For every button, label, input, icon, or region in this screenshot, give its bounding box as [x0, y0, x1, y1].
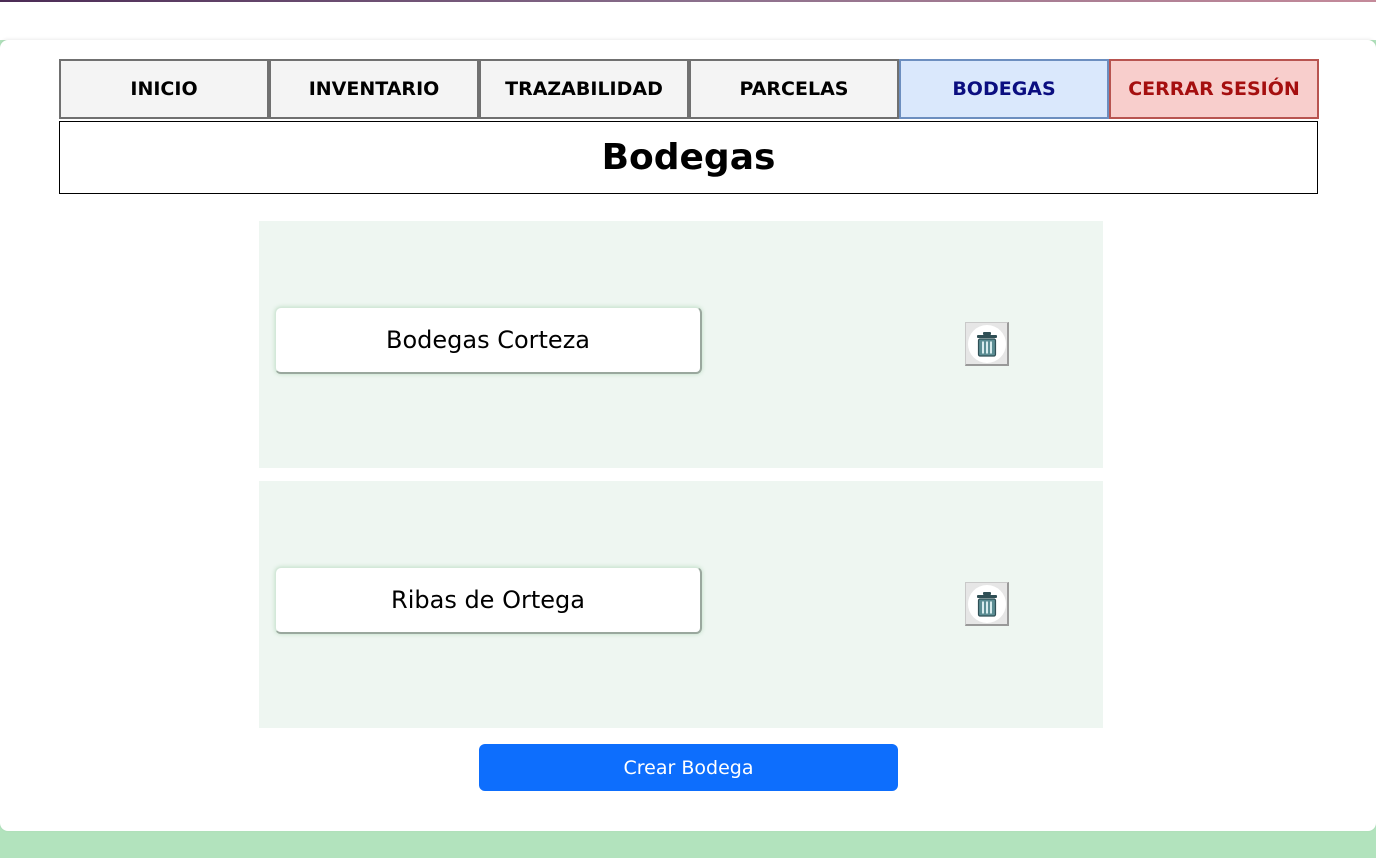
bodega-row: Bodegas Corteza	[259, 221, 1103, 468]
main-nav: INICIO INVENTARIO TRAZABILIDAD PARCELAS …	[59, 59, 1319, 119]
top-accent-line	[0, 0, 1376, 2]
trash-icon	[976, 591, 997, 617]
bodega-row: Ribas de Ortega	[259, 481, 1103, 728]
delete-button-face	[967, 324, 1006, 363]
bodega-name-field[interactable]: Ribas de Ortega	[275, 567, 702, 634]
nav-cerrar-sesion[interactable]: CERRAR SESIÓN	[1109, 59, 1319, 119]
nav-inventario[interactable]: INVENTARIO	[269, 59, 479, 119]
delete-bodega-button[interactable]	[965, 322, 1009, 366]
trash-icon	[976, 331, 997, 357]
top-band	[0, 0, 1376, 40]
delete-bodega-button[interactable]	[965, 582, 1009, 626]
page-title: Bodegas	[601, 137, 776, 178]
bodega-name-field[interactable]: Bodegas Corteza	[275, 307, 702, 374]
create-bodega-button[interactable]: Crear Bodega	[479, 744, 898, 791]
nav-bodegas[interactable]: BODEGAS	[899, 59, 1109, 119]
page-title-box: Bodegas	[59, 121, 1318, 194]
nav-inicio[interactable]: INICIO	[59, 59, 269, 119]
nav-trazabilidad[interactable]: TRAZABILIDAD	[479, 59, 689, 119]
delete-button-face	[967, 584, 1006, 623]
nav-parcelas[interactable]: PARCELAS	[689, 59, 899, 119]
